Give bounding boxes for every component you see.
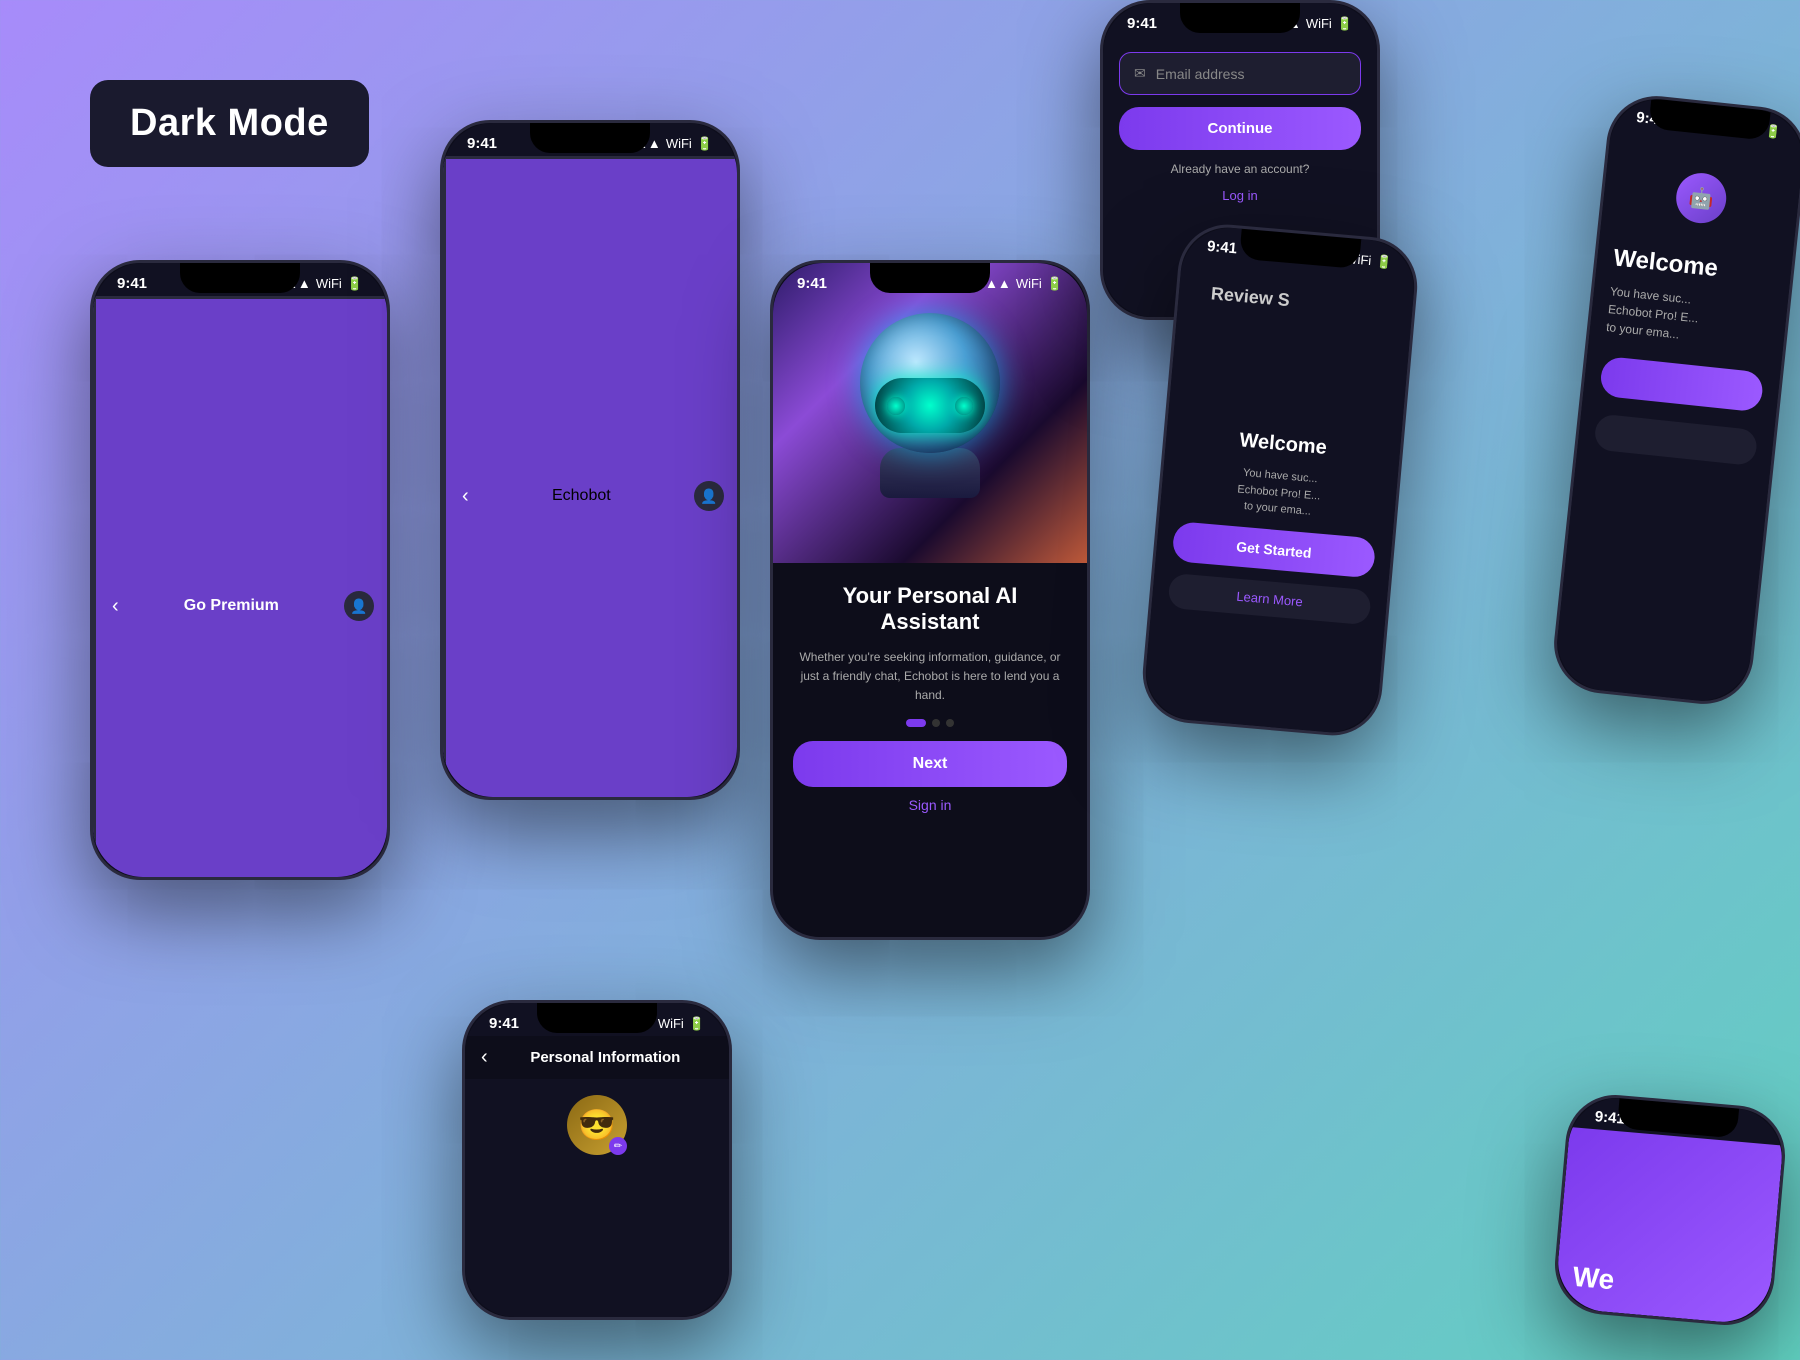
- robot-helmet: [860, 313, 1000, 453]
- next-button[interactable]: Next: [793, 741, 1067, 787]
- battery-icon: 🔋: [347, 276, 363, 292]
- battery-icon-4: 🔋: [1337, 16, 1353, 32]
- battery-icon-3: 🔋: [1047, 276, 1063, 292]
- premium-header: ‹ Go Premium 👤: [93, 296, 387, 877]
- welcome-desc: You have suc...Echobot Pro! E...to your …: [1235, 465, 1322, 522]
- notch-2: [530, 123, 650, 153]
- time-6: 9:41: [489, 1015, 519, 1032]
- info-content: 😎 ✏: [465, 1079, 729, 1317]
- info-back-button[interactable]: ‹: [481, 1046, 488, 1069]
- continue-label: Continue: [1208, 120, 1273, 137]
- dot-3[interactable]: [946, 719, 954, 727]
- notch-6: [537, 1003, 657, 1033]
- ai-title: Your Personal AI Assistant: [793, 583, 1067, 636]
- chat-back-button[interactable]: ‹: [462, 485, 469, 508]
- robot-visor: [875, 378, 985, 433]
- phone-onboarding: 9:41 ▲▲▲ WiFi 🔋 Your Personal AI Assista…: [770, 260, 1090, 940]
- edit-icon[interactable]: ✏: [609, 1137, 627, 1155]
- time-3: 9:41: [797, 275, 827, 292]
- phone-partial-bottom: 9:41 We: [1551, 1091, 1789, 1329]
- avatar-emoji: 😎: [578, 1108, 615, 1143]
- robot-figure: [840, 313, 1020, 513]
- welcome-secondary-btn[interactable]: [1593, 413, 1758, 466]
- partial8-content: We: [1554, 1127, 1783, 1326]
- email-icon: ✉: [1134, 65, 1146, 82]
- time-2: 9:41: [467, 135, 497, 152]
- phone-welcome-right: 9:41 🔋 🤖 Welcome You have suc...Echobot …: [1549, 91, 1800, 709]
- partial-content-7: 🤖 Welcome You have suc...Echobot Pro! E.…: [1552, 127, 1800, 705]
- time-5: 9:41: [1206, 238, 1237, 258]
- back-button[interactable]: ‹: [112, 595, 119, 618]
- welcome-title: Welcome: [1239, 430, 1328, 461]
- welcome-button[interactable]: Get Started: [1172, 521, 1377, 578]
- phone-chat: 9:41 ▲▲▲ WiFi 🔋 ‹ Echobot 👤 E Echobot Pl…: [440, 120, 740, 800]
- phone-personal-info: 9:41 ▲▲▲ WiFi 🔋 ‹ Personal Information 😎…: [462, 1000, 732, 1320]
- ai-info: Your Personal AI Assistant Whether you'r…: [773, 563, 1087, 937]
- email-input-row[interactable]: ✉ Email address: [1119, 52, 1361, 95]
- account-text: Already have an account?: [1119, 162, 1361, 176]
- notch: [180, 263, 300, 293]
- phone-welcome: 9:41 ▲▲ WiFi 🔋 Review S Welcome You have…: [1139, 220, 1422, 739]
- sign-in-link[interactable]: Sign in: [793, 797, 1067, 813]
- wifi-icon-4: WiFi: [1306, 16, 1332, 31]
- avatar-1[interactable]: 👤: [344, 591, 374, 621]
- battery-icon-6: 🔋: [689, 1016, 705, 1032]
- avatar-emoji-7: 🤖: [1688, 184, 1715, 211]
- header-title-1: Go Premium: [119, 597, 344, 615]
- info-title: Personal Information: [498, 1049, 713, 1066]
- welcome-big-text: Welcome: [1612, 244, 1776, 289]
- wifi-icon-2: WiFi: [666, 136, 692, 151]
- battery-icon-5: 🔋: [1376, 253, 1394, 270]
- ai-desc: Whether you're seeking information, guid…: [793, 648, 1067, 706]
- notch-4: [1180, 3, 1300, 33]
- time-1: 9:41: [117, 275, 147, 292]
- continue-button[interactable]: Continue: [1119, 107, 1361, 150]
- wifi-icon-3: WiFi: [1016, 276, 1042, 291]
- welcome-content: Welcome You have suc...Echobot Pro! E...…: [1142, 313, 1410, 736]
- chat-avatar[interactable]: 👤: [694, 481, 724, 511]
- welcome-action-btn[interactable]: [1599, 356, 1764, 413]
- avatar-icon: 🤖: [1674, 171, 1729, 226]
- wifi-icon: WiFi: [316, 276, 342, 291]
- welcome-sub-label: Learn More: [1236, 588, 1304, 609]
- dark-mode-text: Dark Mode: [130, 102, 329, 144]
- battery-icon-2: 🔋: [697, 136, 713, 152]
- chat-header: ‹ Echobot 👤: [443, 156, 737, 797]
- info-header: ‹ Personal Information: [465, 1036, 729, 1079]
- chat-header-title: Echobot: [552, 487, 611, 505]
- login-link[interactable]: Log in: [1119, 188, 1361, 203]
- notch-3: [870, 263, 990, 293]
- profile-avatar[interactable]: 😎 ✏: [567, 1095, 627, 1155]
- welcome-sub-text: You have suc...Echobot Pro! E...to your …: [1605, 282, 1772, 353]
- phone-premium: 9:41 ▲▲▲ WiFi 🔋 ‹ Go Premium 👤 Review Su…: [90, 260, 390, 880]
- welcome-sub-button[interactable]: Learn More: [1167, 573, 1371, 625]
- we-text: We: [1571, 1261, 1615, 1296]
- welcome-btn-label: Get Started: [1236, 538, 1313, 561]
- email-input[interactable]: Email address: [1156, 66, 1245, 82]
- hero-image: [773, 263, 1087, 563]
- dark-mode-label: Dark Mode: [90, 80, 369, 167]
- time-4: 9:41: [1127, 15, 1157, 32]
- pagination-dots: [793, 719, 1067, 727]
- dot-1[interactable]: [906, 719, 926, 727]
- robot-body: [880, 448, 980, 498]
- dot-2[interactable]: [932, 719, 940, 727]
- wifi-icon-6: WiFi: [658, 1016, 684, 1031]
- next-label: Next: [913, 755, 948, 772]
